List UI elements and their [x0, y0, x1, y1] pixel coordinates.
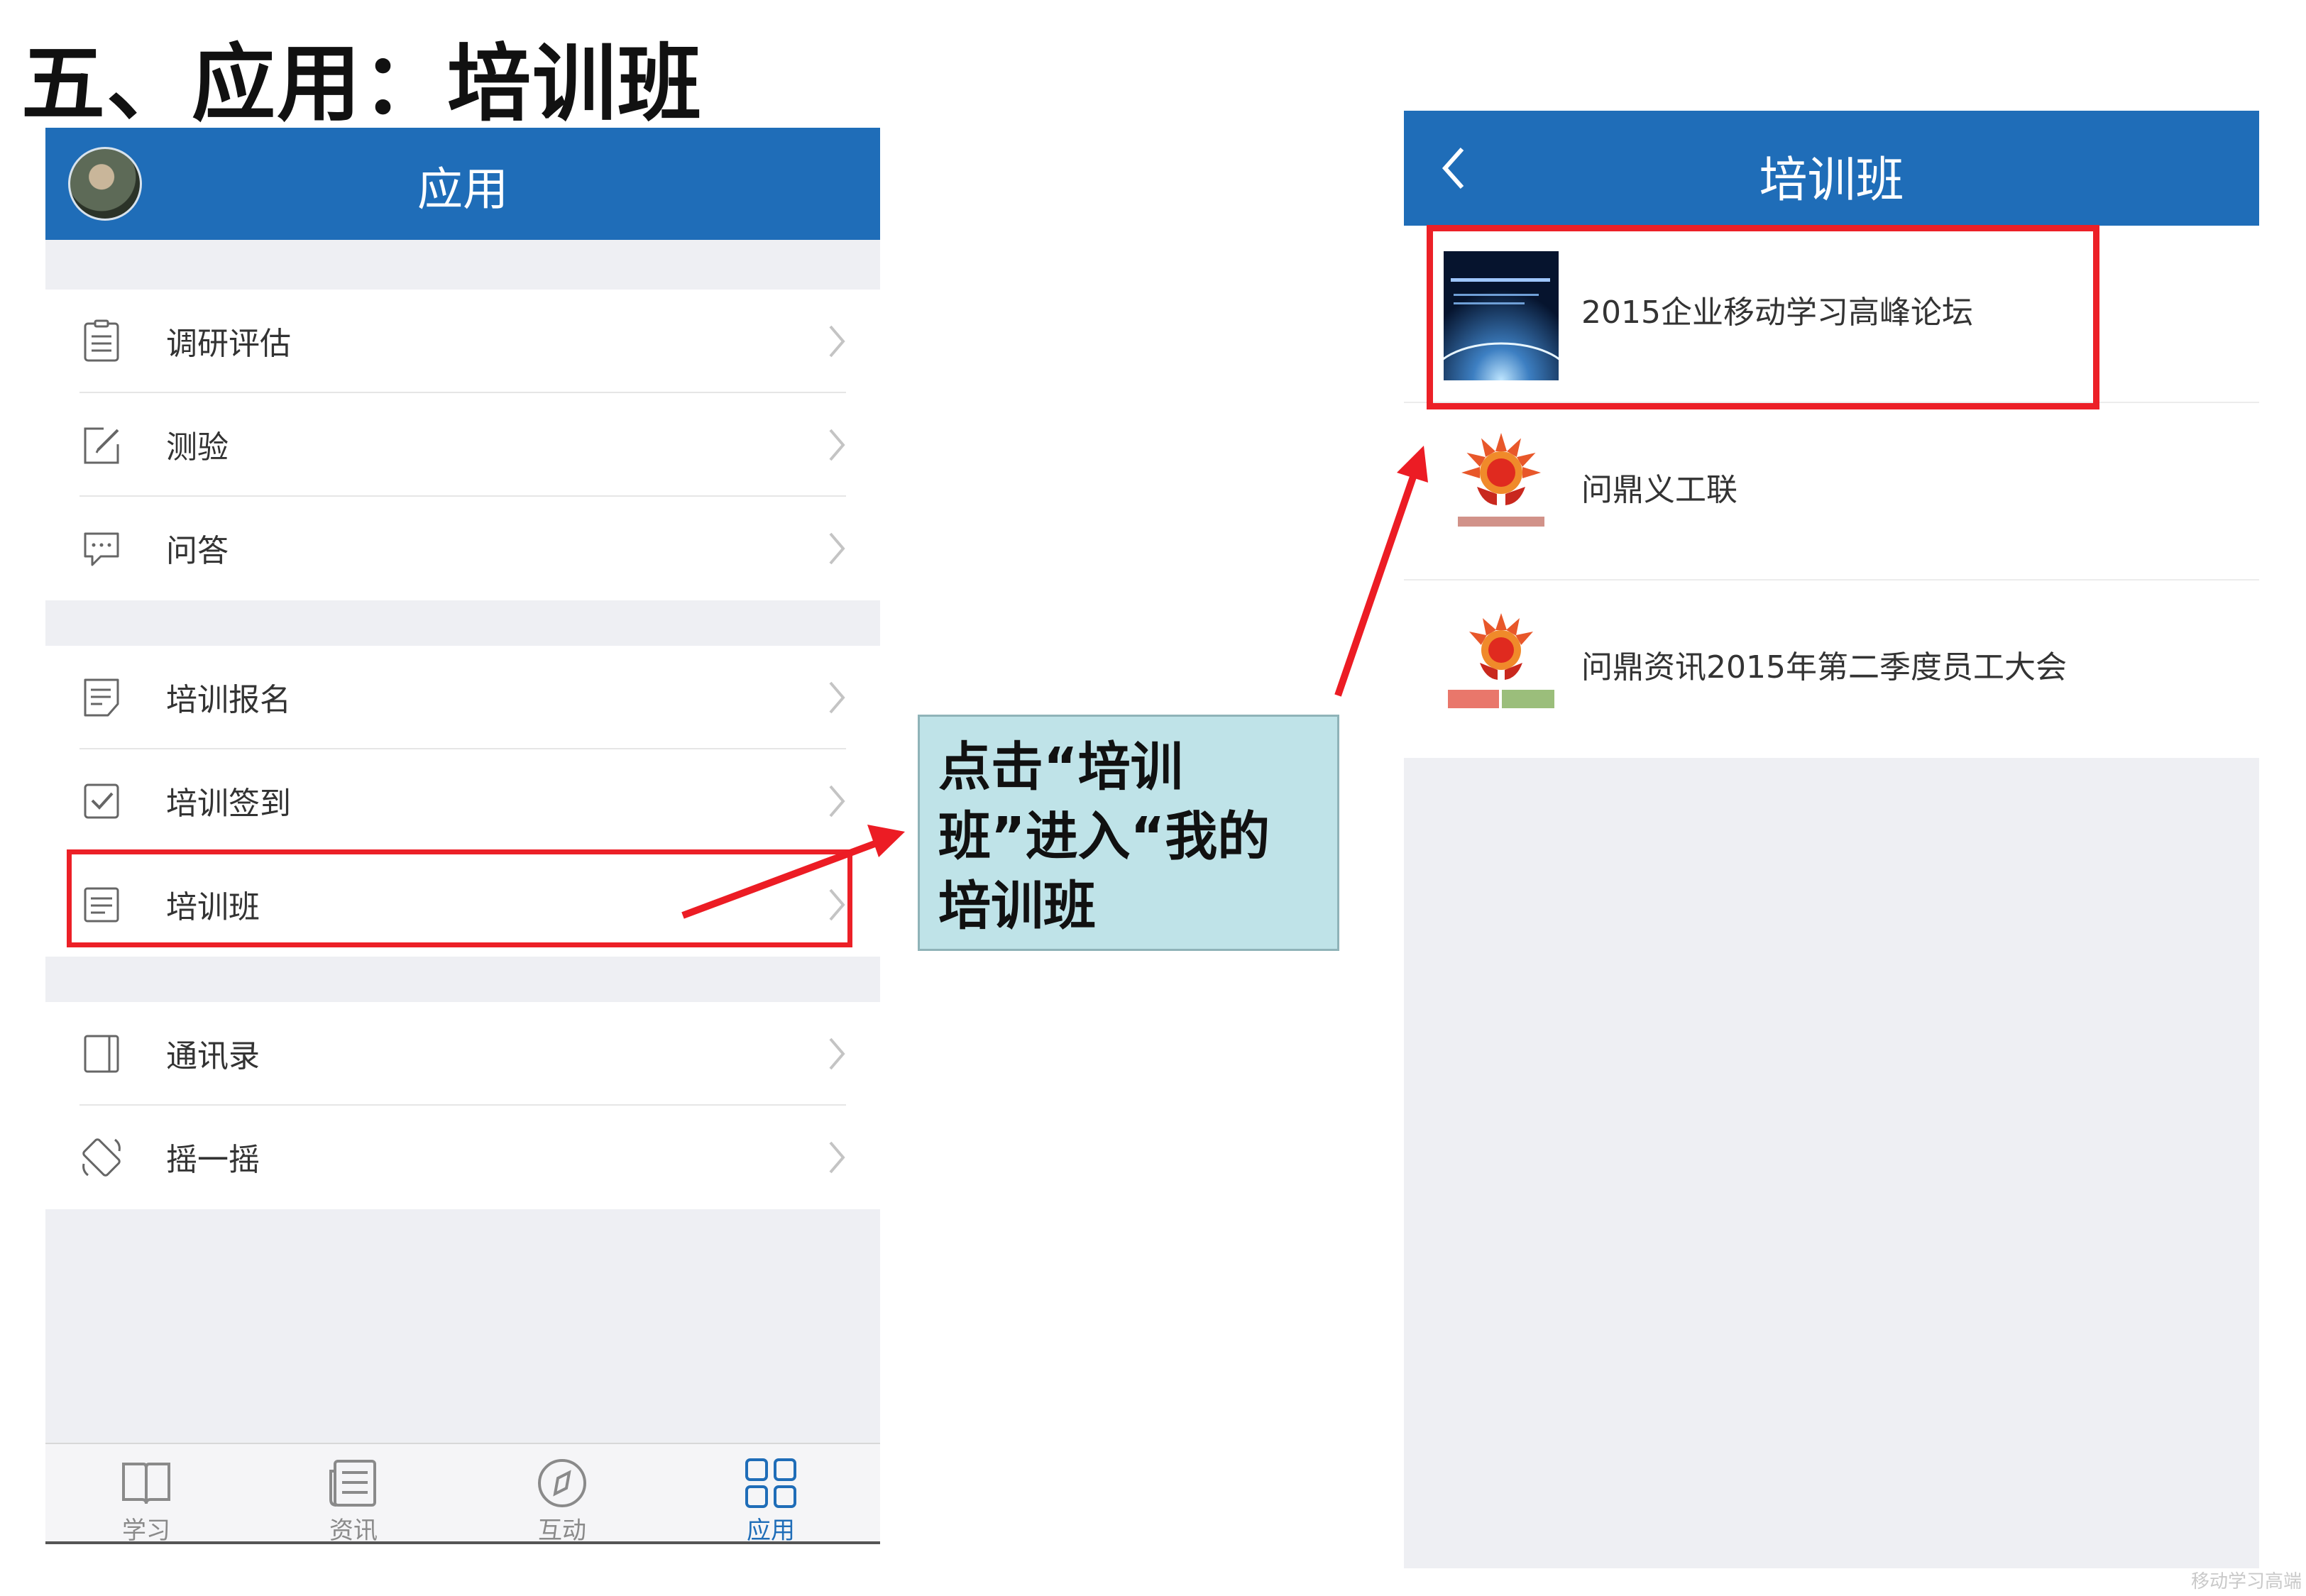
- chevron-right-icon: [829, 532, 845, 565]
- edit-pencil-icon: [84, 427, 119, 464]
- phone-shake-icon: [82, 1138, 121, 1177]
- highlight-box-forum-class: [1427, 225, 2099, 409]
- chevron-right-icon: [829, 325, 845, 358]
- form-list-icon: [84, 678, 119, 717]
- menu-item-label: 摇一摇: [166, 1142, 260, 1178]
- menu-item-label: 问答: [166, 533, 229, 569]
- class-item[interactable]: 问鼎资讯2015年第二季度员工大会: [1404, 580, 2259, 758]
- menu-item-shake[interactable]: 摇一摇: [45, 1106, 880, 1209]
- chat-bubble-icon: [84, 532, 119, 566]
- chevron-right-icon: [829, 681, 845, 714]
- menu-item-label: 测验: [166, 429, 229, 466]
- top-bar: 应用: [45, 128, 880, 240]
- contact-book-icon: [84, 1035, 119, 1073]
- highlight-box-training-class: [67, 849, 852, 947]
- menu-item-qa[interactable]: 问答: [45, 497, 880, 600]
- tab-interact[interactable]: 互动: [512, 1457, 612, 1545]
- menu-item-training-signup[interactable]: 培训报名: [45, 646, 880, 749]
- class-item[interactable]: 问鼎义工联: [1404, 403, 2259, 580]
- top-bar: 培训班: [1404, 111, 2259, 226]
- tab-label: 互动: [538, 1517, 586, 1545]
- tab-news[interactable]: 资讯: [304, 1457, 403, 1545]
- chevron-right-icon: [829, 1141, 845, 1174]
- menu-group-tools: 通讯录 摇一摇: [45, 1002, 880, 1209]
- watermark: 移动学习高端: [2190, 1571, 2302, 1592]
- chevron-right-icon: [829, 1038, 845, 1070]
- chevron-right-icon: [829, 785, 845, 818]
- tab-apps[interactable]: 应用: [721, 1457, 820, 1545]
- menu-item-label: 调研评估: [166, 326, 291, 362]
- checkbox-icon: [84, 783, 119, 819]
- page-title: 应用: [417, 164, 508, 216]
- menu-item-label: 培训报名: [166, 682, 291, 718]
- menu-item-quiz[interactable]: 测验: [45, 393, 880, 497]
- menu-item-contacts[interactable]: 通讯录: [45, 1002, 880, 1106]
- app-screen-applications: 应用 调研评估 测验 问答 培训报名 培训签到 培训班 通讯录 摇一摇 学习 资…: [45, 128, 880, 1545]
- wending-volunteer-logo: [1458, 433, 1544, 527]
- tab-label: 学习: [122, 1517, 170, 1545]
- wending-news-logo: [1448, 613, 1554, 708]
- book-icon: [122, 1463, 170, 1504]
- menu-item-survey[interactable]: 调研评估: [45, 290, 880, 393]
- tab-study[interactable]: 学习: [97, 1457, 196, 1545]
- chevron-right-icon: [829, 429, 845, 461]
- menu-group-survey: 调研评估 测验 问答: [45, 290, 880, 600]
- clipboard-list-icon: [84, 319, 119, 362]
- news-icon: [329, 1460, 376, 1507]
- compass-icon: [538, 1459, 586, 1507]
- menu-item-label: 通讯录: [166, 1038, 260, 1074]
- tab-label: 应用: [747, 1517, 795, 1545]
- slide-title: 五、应用：培训班: [21, 35, 703, 133]
- page-title: 培训班: [1759, 153, 1904, 209]
- class-title: 问鼎资讯2015年第二季度员工大会: [1581, 649, 2067, 686]
- instruction-callout: 点击“培训班”进入“我的培训班: [918, 715, 1339, 951]
- grid-apps-icon: [745, 1458, 796, 1508]
- menu-item-training-checkin[interactable]: 培训签到: [45, 749, 880, 853]
- class-title: 问鼎义工联: [1581, 472, 1737, 508]
- screen-bottom-edge: [45, 1541, 880, 1544]
- bottom-tab-bar: 学习 资讯 互动 应用: [45, 1443, 880, 1545]
- tab-label: 资讯: [329, 1517, 378, 1545]
- menu-item-label: 培训签到: [166, 786, 291, 822]
